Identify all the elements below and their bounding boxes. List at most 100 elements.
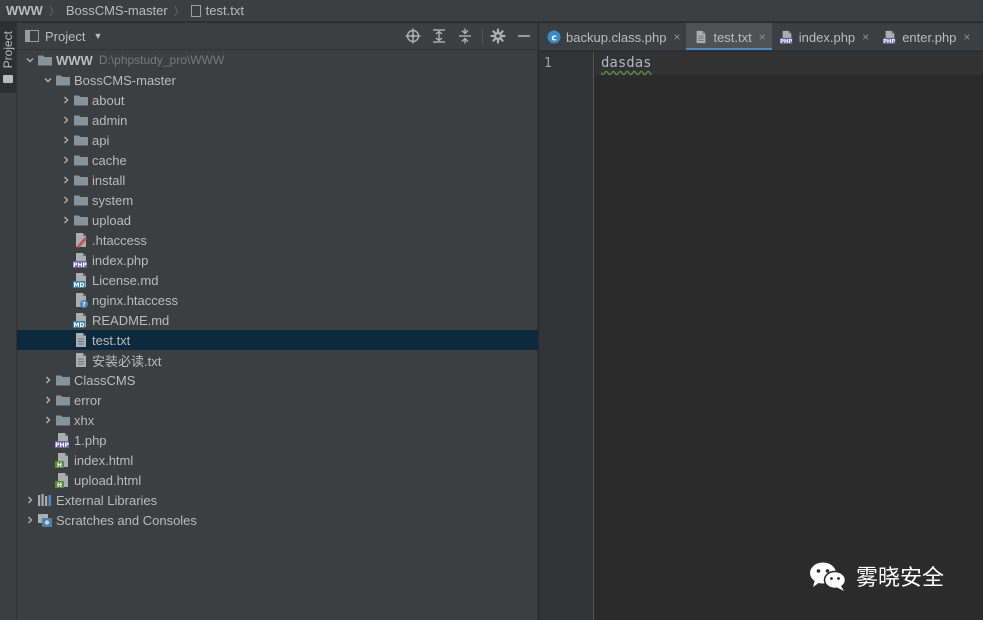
tree-row-xhx[interactable]: xhx	[17, 410, 538, 430]
breadcrumb-separator: 〉	[48, 5, 60, 18]
breadcrumb-file[interactable]: test.txt	[206, 3, 244, 18]
svg-text:PHP: PHP	[55, 442, 69, 448]
tree-row-upload[interactable]: upload	[17, 210, 538, 230]
expand-all-icon[interactable]	[431, 28, 447, 44]
wechat-logo-icon	[810, 562, 847, 591]
tree-item-label: error	[74, 392, 102, 408]
tree-row-external-libraries[interactable]: External Libraries	[17, 490, 538, 510]
chevron-right-icon[interactable]	[59, 150, 73, 170]
text-file-icon	[73, 352, 89, 368]
editor-content[interactable]: dasdas	[601, 55, 652, 71]
tree-row-nginx-htaccess[interactable]: ? nginx.htaccess	[17, 290, 538, 310]
chevron-down-icon[interactable]	[23, 50, 37, 70]
breadcrumb-root[interactable]: WWW	[6, 3, 43, 18]
tree-row-upload-html[interactable]: Hupload.html	[17, 470, 538, 490]
tree-row-cache[interactable]: cache	[17, 150, 538, 170]
tree-row-index-html[interactable]: Hindex.html	[17, 450, 538, 470]
tab-backup-class-php[interactable]: c backup.class.php ×	[539, 23, 686, 50]
chevron-down-icon[interactable]: ▼	[93, 31, 102, 41]
tree-row-www[interactable]: WWW D:\phpstudy_pro\WWW	[17, 50, 538, 70]
chevron-right-icon[interactable]	[59, 110, 73, 130]
minimize-icon[interactable]	[516, 28, 532, 44]
chevron-right-icon[interactable]	[59, 190, 73, 210]
chevron-right-icon[interactable]	[59, 90, 73, 110]
collapse-all-icon[interactable]	[457, 28, 473, 44]
gear-icon[interactable]	[490, 28, 506, 44]
tree-item-label: system	[92, 192, 134, 208]
close-icon[interactable]: ×	[673, 30, 680, 44]
chevron-right-icon[interactable]	[41, 410, 55, 430]
close-icon[interactable]: ×	[759, 30, 766, 44]
breadcrumb-project[interactable]: BossCMS-master	[66, 3, 168, 18]
close-icon[interactable]: ×	[862, 30, 869, 44]
tree-item-path: D:\phpstudy_pro\WWW	[98, 53, 225, 67]
tab-label: enter.php	[902, 29, 957, 45]
chevron-right-icon[interactable]	[41, 370, 55, 390]
tree-item-label: xhx	[74, 412, 95, 428]
editor-text-area[interactable]: dasdas	[595, 52, 983, 620]
tree-row-txt[interactable]: 安装必读.txt	[17, 350, 538, 370]
php-file-icon: PHP	[883, 30, 897, 45]
chevron-down-icon[interactable]	[41, 70, 55, 90]
markdown-file-icon: MD	[73, 312, 89, 329]
folder-icon	[73, 112, 89, 128]
tree-row-classcms[interactable]: ClassCMS	[17, 370, 538, 390]
tree-row-license-md[interactable]: MD License.md	[17, 270, 538, 290]
tree-item-label: api	[92, 132, 110, 148]
tree-row-api[interactable]: api	[17, 130, 538, 150]
tree-row-about[interactable]: about	[17, 90, 538, 110]
project-view-icon	[25, 30, 39, 42]
chevron-right-icon[interactable]	[23, 490, 37, 510]
project-view-selector[interactable]: Project	[45, 29, 85, 44]
tree-item-label: nginx.htaccess	[92, 292, 178, 308]
tree-row-htaccess[interactable]: .htaccess	[17, 230, 538, 250]
tree-item-label: 1.php	[74, 432, 107, 448]
tree-row-error[interactable]: error	[17, 390, 538, 410]
tab-label: test.txt	[713, 29, 752, 45]
tree-item-label: test.txt	[92, 332, 131, 348]
close-icon[interactable]: ×	[963, 30, 970, 44]
scratches-icon	[37, 512, 53, 528]
folder-icon	[73, 92, 89, 108]
folder-icon	[55, 372, 71, 388]
project-panel: Project ▼ WWW D:\phpstudy_pro\WWW BossCMS-…	[17, 23, 538, 620]
tree-row-1-php[interactable]: PHP 1.php	[17, 430, 538, 450]
tree-row-test-txt[interactable]: test.txt	[17, 330, 538, 350]
php-file-icon: PHP	[55, 432, 71, 449]
tree-row-system[interactable]: system	[17, 190, 538, 210]
tree-item-label: WWW	[56, 52, 93, 68]
folder-icon	[37, 52, 53, 68]
chevron-right-icon[interactable]	[23, 510, 37, 530]
tree-item-label: cache	[92, 152, 127, 168]
tab-enter-php[interactable]: PHP enter.php ×	[875, 23, 976, 50]
tree-row-scratches-and-consoles[interactable]: Scratches and Consoles	[17, 510, 538, 530]
current-line-highlight	[595, 52, 983, 75]
breadcrumb-separator: 〉	[173, 5, 185, 18]
tree-row-readme-md[interactable]: MD README.md	[17, 310, 538, 330]
project-tool-button[interactable]: Project	[0, 23, 16, 93]
tree-row-index-php[interactable]: PHP index.php	[17, 250, 538, 270]
tree-item-label: upload.html	[74, 472, 142, 488]
tab-index-php[interactable]: PHP index.php ×	[772, 23, 875, 50]
html-file-icon: H	[55, 472, 71, 489]
crosshair-icon[interactable]	[405, 28, 421, 44]
chevron-right-icon[interactable]	[59, 170, 73, 190]
chevron-right-icon[interactable]	[59, 210, 73, 230]
tab-test-txt[interactable]: test.txt ×	[686, 23, 773, 50]
folder-icon	[55, 72, 71, 88]
tree-row-bosscms-master[interactable]: BossCMS-master	[17, 70, 538, 90]
chevron-right-icon[interactable]	[41, 390, 55, 410]
unknown-file-icon: ?	[73, 292, 89, 309]
project-panel-header: Project ▼	[17, 23, 537, 50]
tree-item-label: README.md	[92, 312, 170, 328]
htaccess-file-icon	[73, 232, 89, 248]
tree-item-label: .htaccess	[92, 232, 147, 248]
tree-item-label: License.md	[92, 272, 159, 288]
tree-row-install[interactable]: install	[17, 170, 538, 190]
tree-row-admin[interactable]: admin	[17, 110, 538, 130]
svg-text:MD: MD	[74, 282, 85, 288]
chevron-right-icon[interactable]	[59, 130, 73, 150]
